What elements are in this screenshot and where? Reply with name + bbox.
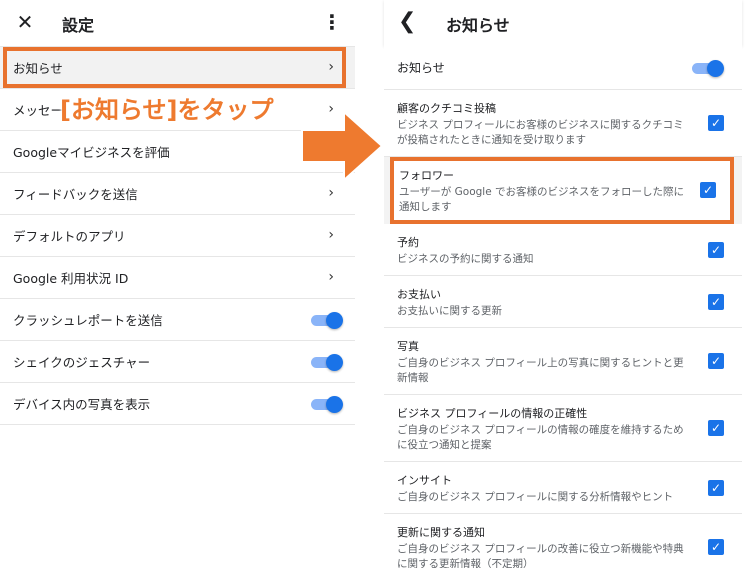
notification-item-name: ビジネス プロフィールの情報の正確性 <box>397 407 588 420</box>
highlight-box <box>3 47 346 88</box>
settings-item-label: シェイクのジェスチャー <box>13 355 151 370</box>
notification-item-desc: ご自身のビジネス プロフィールの情報の確度を維持するために役立つ通知と提案 <box>397 424 684 451</box>
notification-item-desc: ご自身のビジネス プロフィールの改善に役立つ新機能や特典に関する更新情報（不定期… <box>397 543 684 568</box>
settings-item-label: Google 利用状況 ID <box>13 271 129 286</box>
notification-item-desc: お支払いに関する更新 <box>397 305 502 317</box>
notification-item-followers: フォロワー ユーザーが Google でお客様のビジネスをフォローした際に通知し… <box>390 157 734 224</box>
checkbox[interactable]: ✓ <box>708 241 724 258</box>
notification-item-desc: ビジネスの予約に関する通知 <box>397 253 534 265</box>
settings-item-label: クラッシュレポートを送信 <box>13 313 163 328</box>
settings-item-default-apps[interactable]: デフォルトのアプリ › <box>0 215 355 257</box>
chevron-right-icon: › <box>328 269 334 285</box>
notifications-master-row: お知らせ <box>384 46 742 90</box>
checkbox[interactable]: ✓ <box>708 479 724 496</box>
checkbox[interactable]: ✓ <box>700 182 716 198</box>
settings-item-shake-gesture: シェイクのジェスチャー <box>0 341 355 383</box>
close-icon[interactable]: ✕ <box>12 9 38 35</box>
shake-gesture-toggle[interactable] <box>311 354 343 371</box>
notification-item-desc: ビジネス プロフィールにお客様のビジネスに関するクチコミが投稿されたときに通知を… <box>397 119 684 146</box>
notifications-master-label: お知らせ <box>397 61 445 75</box>
notification-item-name: お支払い <box>397 288 441 301</box>
settings-screen: ✕ 設定 ⋮ お知らせ › メッセー › Googleマイビジネスを評価 フィー… <box>0 0 355 568</box>
notification-item-payments: お支払い お支払いに関する更新 ✓ <box>384 276 742 328</box>
notification-item-desc: ご自身のビジネス プロフィールに関する分析情報やヒント <box>397 491 674 503</box>
page-title: お知らせ <box>446 16 510 35</box>
notification-item-updates: 更新に関する通知 ご自身のビジネス プロフィールの改善に役立つ新機能や特典に関す… <box>384 514 742 568</box>
checkbox[interactable]: ✓ <box>708 115 724 131</box>
device-photos-toggle[interactable] <box>311 396 343 413</box>
crash-report-toggle[interactable] <box>311 312 343 329</box>
tap-instruction-callout: [お知らせ]をタップ <box>60 96 274 124</box>
settings-item-usage-id[interactable]: Google 利用状況 ID › <box>0 257 355 299</box>
notifications-appbar: ❮ お知らせ <box>384 0 742 46</box>
notification-item-name: フォロワー <box>399 169 454 182</box>
notification-item-bookings: 予約 ビジネスの予約に関する通知 ✓ <box>384 224 742 276</box>
notification-item-accuracy: ビジネス プロフィールの情報の正確性 ご自身のビジネス プロフィールの情報の確度… <box>384 395 742 462</box>
notifications-master-toggle[interactable] <box>692 60 724 77</box>
notification-item-reviews: 顧客のクチコミ投稿 ビジネス プロフィールにお客様のビジネスに関するクチコミが投… <box>384 90 742 157</box>
checkbox[interactable]: ✓ <box>708 293 724 310</box>
notification-item-name: 更新に関する通知 <box>397 526 485 539</box>
notification-item-name: インサイト <box>397 474 452 487</box>
settings-item-device-photos: デバイス内の写真を表示 <box>0 383 355 425</box>
notification-item-desc: ご自身のビジネス プロフィール上の写真に関するヒントと更新情報 <box>397 357 684 384</box>
notification-item-insights: インサイト ご自身のビジネス プロフィールに関する分析情報やヒント ✓ <box>384 462 742 514</box>
notifications-list: お知らせ 顧客のクチコミ投稿 ビジネス プロフィールにお客様のビジネスに関するク… <box>384 46 742 568</box>
chevron-right-icon: › <box>328 227 334 243</box>
notification-item-name: 写真 <box>397 340 419 353</box>
notification-item-desc: ユーザーが Google でお客様のビジネスをフォローした際に通知します <box>399 186 684 213</box>
notifications-screen: ❮ お知らせ お知らせ 顧客のクチコミ投稿 ビジネス プロフィールにお客様のビジ… <box>384 0 742 568</box>
settings-item-label: Googleマイビジネスを評価 <box>13 145 170 160</box>
notification-item-name: 顧客のクチコミ投稿 <box>397 102 496 115</box>
page-title: 設定 <box>62 16 95 35</box>
settings-item-label: デバイス内の写真を表示 <box>13 397 151 412</box>
notification-item-photos: 写真 ご自身のビジネス プロフィール上の写真に関するヒントと更新情報 ✓ <box>384 328 742 395</box>
checkbox[interactable]: ✓ <box>708 353 724 369</box>
checkbox[interactable]: ✓ <box>708 539 724 555</box>
settings-item-crash-report: クラッシュレポートを送信 <box>0 299 355 341</box>
chevron-right-icon: › <box>328 185 334 201</box>
back-icon[interactable]: ❮ <box>398 9 416 35</box>
arrow-right-icon <box>301 110 384 182</box>
settings-item-label: メッセー <box>13 103 64 118</box>
checkbox[interactable]: ✓ <box>708 420 724 436</box>
settings-item-label: デフォルトのアプリ <box>13 229 126 244</box>
settings-appbar: ✕ 設定 ⋮ <box>0 0 355 46</box>
more-vert-icon[interactable]: ⋮ <box>322 9 342 35</box>
settings-item-label: フィードバックを送信 <box>13 187 138 202</box>
notification-item-name: 予約 <box>397 236 419 249</box>
